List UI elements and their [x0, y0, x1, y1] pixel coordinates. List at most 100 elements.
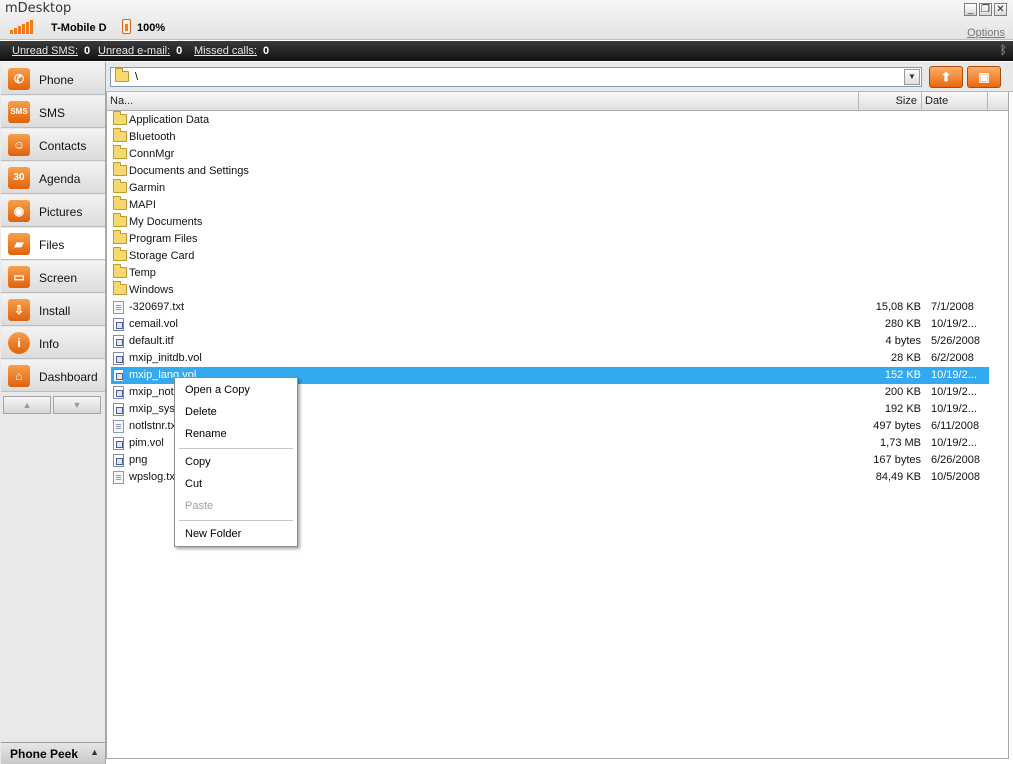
file-size: 280 KB	[884, 318, 921, 330]
missed-calls-status[interactable]: Missed calls: 0	[194, 45, 269, 57]
sidebar-item-label: Screen	[39, 271, 78, 285]
battery-level: 100%	[137, 22, 166, 34]
table-row[interactable]: Documents and Settings	[111, 162, 989, 180]
column-header-size[interactable]: Size	[859, 92, 922, 111]
menu-separator	[179, 520, 293, 521]
sidebar-item-label: Dashboard	[39, 370, 98, 384]
sidebar-item-agenda[interactable]: 30 Agenda	[1, 162, 105, 194]
sidebar-item-files[interactable]: ▰ Files	[1, 228, 105, 260]
bluetooth-icon: ᛒ	[999, 43, 1007, 57]
close-button[interactable]: ✕	[994, 3, 1007, 16]
file-name: mxip_initdb.vol	[129, 352, 202, 364]
menu-item-new-folder[interactable]: New Folder	[176, 524, 296, 544]
phone-icon: ✆	[8, 68, 30, 90]
table-row[interactable]: mxip_initdb.vol 28 KB 6/2/2008	[111, 350, 989, 367]
file-size: 192 KB	[884, 403, 921, 415]
table-row[interactable]: default.itf 4 bytes 5/26/2008	[111, 333, 989, 350]
table-row[interactable]: cemail.vol 280 KB 10/19/2...	[111, 316, 989, 333]
file-size: 200 KB	[884, 386, 921, 398]
file-icon	[113, 335, 124, 348]
minimize-button[interactable]: _	[964, 3, 977, 16]
folder-icon	[113, 230, 127, 244]
info-icon: i	[8, 332, 30, 354]
table-row[interactable]: MAPI	[111, 196, 989, 214]
table-row[interactable]: Program Files	[111, 230, 989, 248]
unread-sms-status[interactable]: Unread SMS: 0	[12, 45, 90, 57]
camera-icon: ◉	[8, 200, 30, 222]
table-row[interactable]: Temp	[111, 264, 989, 282]
menu-item-open-copy[interactable]: Open a Copy	[176, 380, 296, 400]
unread-sms-count: 0	[84, 45, 91, 57]
sidebar-item-label: SMS	[39, 106, 66, 120]
status-bar: Unread SMS: 0 Unread e-mail: 0 Missed call…	[0, 41, 1013, 61]
save-button[interactable]: ▣	[967, 66, 1001, 88]
home-icon: ⌂	[8, 365, 30, 387]
sidebar-item-label: Pictures	[39, 205, 83, 219]
table-row[interactable]: Windows	[111, 281, 989, 299]
menu-item-copy[interactable]: Copy	[176, 452, 296, 472]
sidebar-item-install[interactable]: ⇩ Install	[1, 294, 105, 326]
column-header-name[interactable]: Na...	[107, 92, 859, 111]
install-icon: ⇩	[8, 299, 30, 321]
folder-icon	[113, 128, 127, 142]
file-icon	[113, 437, 124, 450]
missed-calls-count: 0	[262, 45, 270, 57]
file-name: mxip_noti	[129, 386, 177, 398]
file-name: -320697.txt	[129, 301, 185, 313]
battery-icon	[122, 19, 131, 34]
scroll-up-button[interactable]: ▲	[3, 396, 51, 414]
parent-folder-button[interactable]: ⬆	[929, 66, 963, 88]
unread-sms-label[interactable]: Unread SMS:	[12, 45, 78, 57]
sidebar-item-sms[interactable]: SMS SMS	[1, 96, 105, 128]
arrow-up-icon: ⬆	[940, 70, 952, 84]
chevron-down-icon[interactable]: ▼	[904, 69, 920, 85]
folder-icon	[113, 247, 127, 261]
folder-icon	[113, 111, 127, 125]
file-date: 10/19/2...	[931, 318, 977, 330]
folder-icon	[113, 213, 127, 227]
file-size: 4 bytes	[885, 335, 921, 347]
file-size: 497 bytes	[873, 420, 921, 432]
menu-separator	[179, 448, 293, 449]
sidebar-item-screen[interactable]: ▭ Screen	[1, 261, 105, 293]
path-combobox[interactable]: \ ▼	[110, 67, 922, 87]
carrier-name: T-Mobile D	[51, 22, 107, 34]
table-row[interactable]: ConnMgr	[111, 145, 989, 163]
table-row[interactable]: Bluetooth	[111, 128, 989, 146]
unread-email-label[interactable]: Unread e-mail:	[98, 45, 170, 57]
scroll-down-button[interactable]: ▼	[53, 396, 101, 414]
table-row[interactable]: Application Data	[111, 111, 989, 129]
file-name: png	[129, 454, 148, 466]
phone-peek-panel[interactable]: Phone Peek ▲	[1, 742, 105, 764]
menu-item-rename[interactable]: Rename	[176, 424, 296, 444]
sidebar-item-contacts[interactable]: ☺ Contacts	[1, 129, 105, 161]
sidebar-item-label: Files	[39, 238, 65, 252]
sidebar-item-phone[interactable]: ✆ Phone	[1, 63, 105, 95]
sidebar-item-pictures[interactable]: ◉ Pictures	[1, 195, 105, 227]
sidebar-item-info[interactable]: i Info	[1, 327, 105, 359]
sidebar-item-dashboard[interactable]: ⌂ Dashboard	[1, 360, 105, 392]
file-size: 152 KB	[884, 369, 921, 381]
missed-calls-label[interactable]: Missed calls:	[194, 45, 257, 57]
file-date: 10/5/2008	[931, 471, 980, 483]
table-row[interactable]: -320697.txt 15,08 KB 7/1/2008	[111, 299, 989, 316]
options-link[interactable]: Options	[967, 27, 1005, 39]
file-name: notlstnr.tx	[129, 420, 177, 432]
file-size: 84,49 KB	[875, 471, 921, 483]
contacts-icon: ☺	[8, 134, 30, 156]
table-row[interactable]: My Documents	[111, 213, 989, 231]
table-row[interactable]: Storage Card	[111, 247, 989, 265]
restore-button[interactable]: ❐	[979, 3, 992, 16]
unread-email-status[interactable]: Unread e-mail: 0	[98, 45, 182, 57]
column-header-date[interactable]: Date	[922, 92, 988, 111]
table-row[interactable]: Garmin	[111, 179, 989, 197]
file-date: 10/19/2...	[931, 369, 977, 381]
file-size: 28 KB	[891, 352, 921, 364]
folder-icon	[113, 145, 127, 159]
file-icon	[113, 454, 124, 467]
file-name: Windows	[129, 284, 174, 296]
sidebar-item-label: Install	[39, 304, 71, 318]
menu-item-delete[interactable]: Delete	[176, 402, 296, 422]
text-file-icon	[113, 420, 124, 433]
menu-item-cut[interactable]: Cut	[176, 474, 296, 494]
